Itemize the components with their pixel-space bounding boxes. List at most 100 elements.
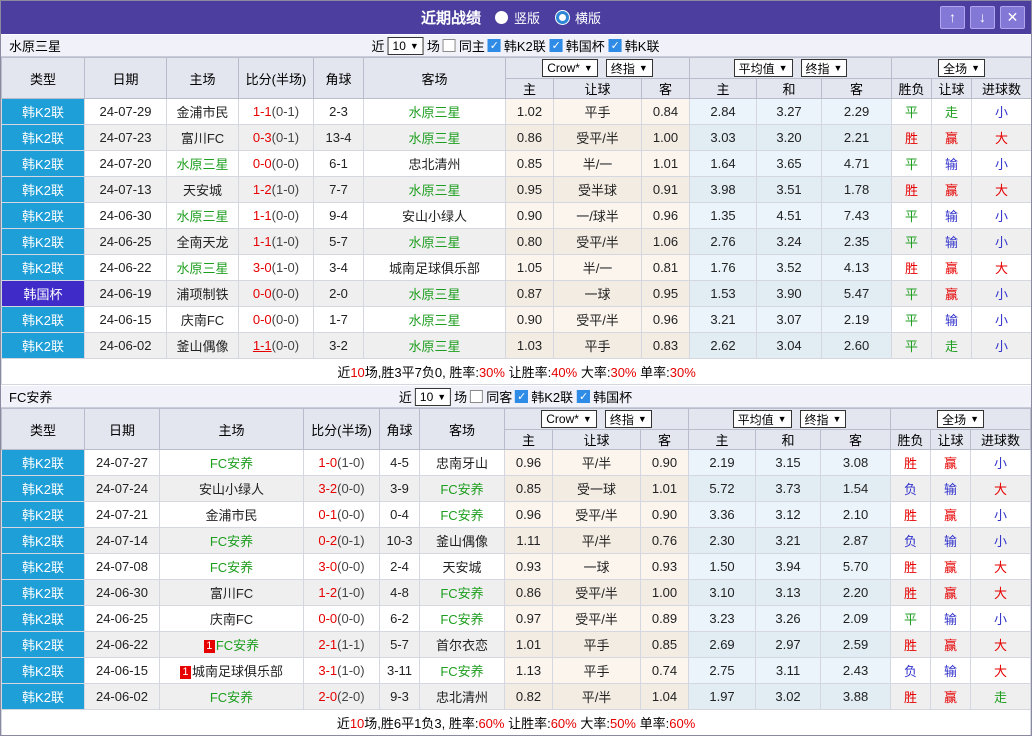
europe-source-select[interactable]: 平均值 ▼ bbox=[733, 59, 793, 77]
team-name-text: 天安城 bbox=[182, 183, 222, 198]
home-odds-cell: 0.82 bbox=[504, 683, 553, 710]
handicap-result-cell: 输 bbox=[930, 605, 972, 632]
sub-column-header: 胜负 bbox=[891, 78, 933, 99]
league-cell: 韩K2联 bbox=[1, 98, 85, 125]
corners-cell: 4-5 bbox=[379, 449, 420, 476]
handicap-cell: 受平/半 bbox=[552, 501, 641, 528]
result-cell: 胜 bbox=[891, 176, 933, 203]
away-team-cell: 天安城 bbox=[419, 553, 505, 580]
corners-cell: 6-2 bbox=[379, 605, 420, 632]
league-cell: 韩K2联 bbox=[1, 527, 85, 554]
avg-draw-odds-cell: 3.04 bbox=[756, 332, 823, 359]
handicap-result-cell: 赢 bbox=[930, 631, 972, 658]
home-team-cell: 1 FC安养 bbox=[159, 631, 304, 658]
move-down-button[interactable]: ↓ bbox=[970, 6, 995, 29]
scope-select[interactable]: 全场 ▼ bbox=[938, 59, 986, 77]
away-team-cell: 水原三星 bbox=[363, 228, 506, 255]
match-row: 韩K2联 24-06-25 全南天龙 1-1(1-0) 5-7 水原三星 0.8… bbox=[1, 228, 1031, 255]
close-button[interactable]: ✕ bbox=[1000, 6, 1025, 29]
filter-bar: 近 10 ▼ 场 同主 ✓ 韩K2联 ✓ 韩国杯 ✓ 韩K联 bbox=[371, 36, 660, 55]
avg-draw-odds-cell: 3.90 bbox=[756, 280, 823, 307]
league-filter-checkbox[interactable]: ✓ bbox=[515, 390, 529, 403]
away-odds-cell: 0.83 bbox=[640, 332, 691, 359]
date-cell: 24-06-19 bbox=[84, 280, 167, 307]
corners-cell: 4-8 bbox=[379, 579, 420, 606]
goals-result-cell: 小 bbox=[970, 527, 1031, 554]
home-team-cell: 浦项制铁 bbox=[166, 280, 239, 307]
recent-count-select[interactable]: 10 ▼ bbox=[414, 387, 452, 406]
home-odds-cell: 0.93 bbox=[504, 553, 553, 580]
avg-away-odds-cell: 4.13 bbox=[821, 254, 893, 281]
avg-draw-odds-cell: 3.12 bbox=[755, 501, 822, 528]
team-name-text: FC安养 bbox=[209, 560, 254, 575]
result-cell: 平 bbox=[891, 228, 933, 255]
avg-draw-odds-cell: 3.13 bbox=[755, 579, 822, 606]
corners-cell: 3-11 bbox=[379, 657, 420, 684]
corners-cell: 2-0 bbox=[313, 280, 364, 307]
match-row: 韩K2联 24-07-21 金浦市民 0-1(0-0) 0-4 FC安养 0.9… bbox=[1, 501, 1031, 528]
chevron-down-icon: ▼ bbox=[409, 40, 419, 51]
same-venue-checkbox[interactable] bbox=[470, 390, 484, 403]
away-team-cell: 忠北清州 bbox=[419, 683, 505, 710]
goals-result-cell: 大 bbox=[970, 579, 1031, 606]
vertical-layout-radio[interactable] bbox=[494, 11, 508, 24]
europe-time-select[interactable]: 终指 ▼ bbox=[799, 410, 847, 428]
away-odds-cell: 0.96 bbox=[640, 306, 691, 333]
corners-cell: 6-1 bbox=[313, 150, 364, 177]
avg-home-odds-cell: 1.53 bbox=[689, 280, 758, 307]
handicap-result-cell: 赢 bbox=[930, 553, 972, 580]
match-row: 韩K2联 24-06-30 富川FC 1-2(1-0) 4-8 FC安养 0.8… bbox=[1, 579, 1031, 606]
league-filter-checkbox[interactable]: ✓ bbox=[487, 39, 501, 52]
handicap-result-cell: 走 bbox=[931, 332, 973, 359]
team-name-text: FC安养 bbox=[440, 664, 484, 679]
league-cell: 韩K2联 bbox=[1, 683, 85, 710]
handicap-result-cell: 赢 bbox=[930, 579, 972, 606]
avg-draw-odds-cell: 3.07 bbox=[756, 306, 823, 333]
scope-select[interactable]: 全场 ▼ bbox=[937, 410, 985, 428]
same-venue-checkbox[interactable] bbox=[442, 39, 456, 52]
score-cell: 0-0(0-0) bbox=[238, 306, 314, 333]
avg-draw-odds-cell: 3.65 bbox=[756, 150, 823, 177]
away-odds-cell: 0.81 bbox=[640, 254, 691, 281]
date-cell: 24-06-15 bbox=[84, 306, 167, 333]
red-card-badge: 1 bbox=[179, 666, 191, 679]
chevron-down-icon: ▼ bbox=[582, 414, 592, 424]
league-cell: 韩K2联 bbox=[1, 475, 85, 502]
recent-count-select[interactable]: 10 ▼ bbox=[387, 36, 424, 55]
date-cell: 24-06-02 bbox=[84, 683, 160, 710]
home-team-cell: 金浦市民 bbox=[159, 501, 304, 528]
league-filter-checkbox[interactable]: ✓ bbox=[608, 39, 622, 52]
avg-away-odds-cell: 2.21 bbox=[821, 124, 893, 151]
date-cell: 24-07-27 bbox=[84, 449, 160, 476]
league-filter-checkbox[interactable]: ✓ bbox=[577, 390, 591, 403]
avg-away-odds-cell: 2.60 bbox=[821, 332, 893, 359]
team-name-text: 富川FC bbox=[180, 131, 225, 146]
league-filter-checkbox[interactable]: ✓ bbox=[549, 39, 563, 52]
home-team-cell: 釜山偶像 bbox=[166, 332, 239, 359]
avg-draw-odds-cell: 2.97 bbox=[755, 631, 822, 658]
sub-column-header: 客 bbox=[821, 78, 893, 99]
column-header: 角球 bbox=[313, 57, 364, 99]
score-cell: 1-1(0-0) bbox=[238, 202, 314, 229]
home-team-cell: 安山小绿人 bbox=[159, 475, 304, 502]
avg-draw-odds-cell: 4.51 bbox=[756, 202, 823, 229]
horizontal-layout-radio[interactable] bbox=[556, 11, 569, 24]
odds-time-select[interactable]: 终指 ▼ bbox=[605, 59, 653, 77]
odds-source-select[interactable]: Crow* ▼ bbox=[542, 59, 598, 77]
match-row: 韩K2联 24-06-15 庆南FC 0-0(0-0) 1-7 水原三星 0.9… bbox=[1, 306, 1031, 333]
europe-source-select[interactable]: 平均值 ▼ bbox=[732, 410, 792, 428]
score-cell: 3-0(1-0) bbox=[238, 254, 314, 281]
odds-time-select[interactable]: 终指 ▼ bbox=[604, 410, 652, 428]
team-name-text: 水原三星 bbox=[176, 209, 229, 224]
europe-time-select[interactable]: 终指 ▼ bbox=[800, 59, 848, 77]
match-row: 韩K2联 24-07-23 富川FC 0-3(0-1) 13-4 水原三星 0.… bbox=[1, 124, 1031, 151]
result-cell: 平 bbox=[891, 150, 933, 177]
title-bar: 近期战绩 竖版 横版 ↑ ↓ ✕ bbox=[1, 1, 1031, 34]
sub-column-header: 让球 bbox=[553, 78, 642, 99]
move-up-button[interactable]: ↑ bbox=[940, 6, 965, 29]
away-team-cell: FC安养 bbox=[419, 501, 505, 528]
score-cell: 0-3(0-1) bbox=[238, 124, 314, 151]
home-odds-cell: 1.05 bbox=[505, 254, 554, 281]
odds-source-select[interactable]: Crow* ▼ bbox=[541, 410, 597, 428]
date-cell: 24-07-24 bbox=[84, 475, 160, 502]
